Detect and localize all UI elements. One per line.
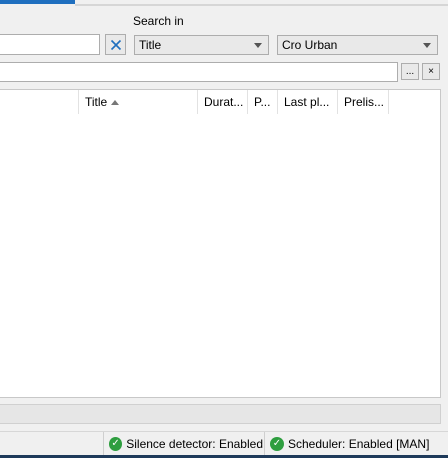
close-filter-button[interactable]: ×: [422, 63, 440, 80]
column-header-blank[interactable]: [0, 90, 79, 114]
sort-ascending-icon: [111, 100, 120, 105]
filter-input[interactable]: [0, 62, 398, 82]
column-header-label: Last pl...: [284, 95, 330, 109]
search-field-select[interactable]: Title: [134, 35, 269, 55]
results-list[interactable]: Title Durat... P... Last pl... Prelis...: [0, 89, 441, 398]
column-header-title[interactable]: Title: [79, 90, 198, 114]
search-in-label: Search in: [133, 14, 184, 28]
silence-detector-status[interactable]: ✓ Silence detector: Enabled: [103, 432, 263, 455]
clear-search-button[interactable]: [105, 34, 126, 55]
search-field-selected: Title: [139, 38, 162, 52]
more-button[interactable]: ...: [401, 63, 419, 80]
status-bar: ✓ Silence detector: Enabled ✓ Scheduler:…: [0, 431, 448, 455]
tab-strip-line: [75, 4, 448, 6]
column-header-last-played[interactable]: Last pl...: [278, 90, 338, 114]
column-header-label: P...: [254, 95, 271, 109]
check-circle-icon: ✓: [109, 436, 123, 451]
library-select[interactable]: Cro Urban: [277, 35, 438, 55]
column-header-duration[interactable]: Durat...: [198, 90, 248, 114]
horizontal-scrollbar[interactable]: [0, 404, 441, 424]
column-header-p[interactable]: P...: [248, 90, 278, 114]
search-input[interactable]: [0, 34, 100, 55]
tab-indicator: [0, 0, 75, 4]
chevron-down-icon: [254, 43, 262, 48]
column-header-label: Title: [85, 95, 108, 109]
silence-detector-text: Silence detector: Enabled: [126, 436, 263, 451]
chevron-down-icon: [423, 43, 431, 48]
check-circle-icon: ✓: [270, 436, 284, 451]
library-selected: Cro Urban: [282, 38, 338, 52]
close-icon: [110, 39, 121, 50]
scheduler-status[interactable]: ✓ Scheduler: Enabled [MAN]: [264, 432, 448, 455]
column-header-label: Prelis...: [344, 95, 385, 109]
column-header-label: Durat...: [204, 95, 244, 109]
scheduler-text: Scheduler: Enabled [MAN]: [288, 436, 430, 451]
column-header-prelisten[interactable]: Prelis...: [338, 90, 389, 114]
